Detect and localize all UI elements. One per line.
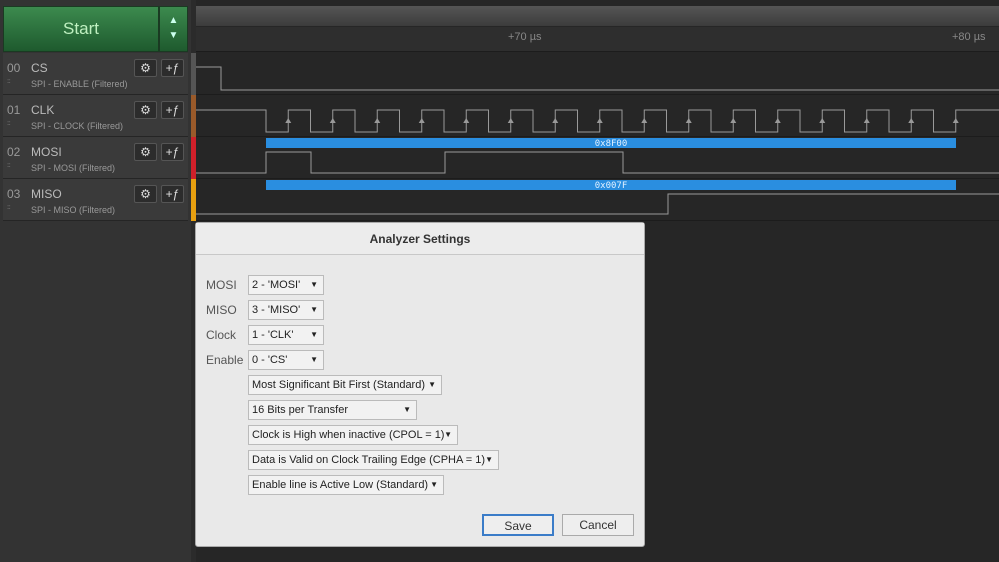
rising-edge-marker-icon — [908, 118, 915, 123]
rising-edge-marker-icon — [552, 118, 559, 123]
channel-number: 02 — [7, 145, 21, 159]
bits-per-transfer-select[interactable]: 16 Bits per Transfer ▼ — [248, 400, 417, 420]
dropdown-arrow-icon: ▼ — [428, 380, 436, 389]
select-value: 1 - 'CLK' — [252, 329, 294, 341]
trigger-edge-icon[interactable]: +ƒ — [161, 101, 184, 119]
enable-label: Enable — [206, 353, 244, 367]
mosi-select[interactable]: 2 - 'MOSI' ▼ — [248, 275, 324, 295]
rising-edge-marker-icon — [641, 118, 648, 123]
mosi-label: MOSI — [206, 278, 237, 292]
channel-analyzer: SPI - CLOCK (Filtered) — [31, 121, 124, 131]
trigger-edge-icon[interactable]: +ƒ — [161, 185, 184, 203]
enable-polarity-select[interactable]: Enable line is Active Low (Standard) ▼ — [248, 475, 444, 495]
rising-edge-marker-icon — [596, 118, 603, 123]
arrow-down-icon: ▼ — [168, 30, 179, 41]
miso-select[interactable]: 3 - 'MISO' ▼ — [248, 300, 324, 320]
mosi-decoded-value: 0x8F00 — [595, 139, 628, 149]
dropdown-arrow-icon: ▼ — [310, 330, 318, 339]
save-button[interactable]: Save — [482, 514, 554, 536]
channel-name[interactable]: MOSI — [31, 145, 62, 159]
bit-order-select[interactable]: Most Significant Bit First (Standard) ▼ — [248, 375, 442, 395]
channel-analyzer: SPI - MISO (Filtered) — [31, 205, 116, 215]
channel-analyzer: SPI - ENABLE (Filtered) — [31, 79, 128, 89]
dropdown-arrow-icon: ▼ — [403, 405, 411, 414]
channel-number: 01 — [7, 103, 21, 117]
channel-name[interactable]: MISO — [31, 187, 62, 201]
channel-row-cs[interactable]: 00:::: CSSPI - ENABLE (Filtered) ⚙ +ƒ — [3, 53, 188, 95]
dropdown-arrow-icon: ▼ — [310, 305, 318, 314]
gear-icon[interactable]: ⚙ — [134, 101, 157, 119]
cs-trace — [196, 66, 999, 91]
rising-edge-marker-icon — [285, 118, 292, 123]
gear-icon[interactable]: ⚙ — [134, 185, 157, 203]
dialog-title: Analyzer Settings — [196, 223, 644, 255]
select-value: 0 - 'CS' — [252, 354, 288, 366]
miso-label: MISO — [206, 303, 237, 317]
select-value: Data is Valid on Clock Trailing Edge (CP… — [252, 454, 486, 466]
dropdown-arrow-icon: ▼ — [310, 355, 318, 364]
drag-grip-icon[interactable]: :::: — [7, 121, 11, 127]
rising-edge-marker-icon — [685, 118, 692, 123]
channel-name[interactable]: CS — [31, 61, 48, 75]
enable-select[interactable]: 0 - 'CS' ▼ — [248, 350, 324, 370]
rising-edge-marker-icon — [952, 118, 959, 123]
rising-edge-marker-icon — [863, 118, 870, 123]
dropdown-arrow-icon: ▼ — [310, 280, 318, 289]
select-value: 2 - 'MOSI' — [252, 279, 301, 291]
gear-icon[interactable]: ⚙ — [134, 143, 157, 161]
channel-row-clk[interactable]: 01:::: CLKSPI - CLOCK (Filtered) ⚙ +ƒ — [3, 95, 188, 137]
rising-edge-marker-icon — [418, 118, 425, 123]
start-button[interactable]: Start — [3, 6, 159, 52]
select-value: Most Significant Bit First (Standard) — [252, 379, 426, 391]
rising-edge-marker-icon — [374, 118, 381, 123]
mosi-trace — [196, 151, 999, 174]
channel-row-mosi[interactable]: 02:::: MOSISPI - MOSI (Filtered) ⚙ +ƒ — [3, 137, 188, 179]
drag-grip-icon[interactable]: :::: — [7, 79, 11, 85]
drag-grip-icon[interactable]: :::: — [7, 205, 11, 211]
start-options-arrows[interactable]: ▲ ▼ — [159, 6, 188, 52]
trigger-edge-icon[interactable]: +ƒ — [161, 143, 184, 161]
dropdown-arrow-icon: ▼ — [430, 480, 438, 489]
clock-label: Clock — [206, 328, 237, 342]
rising-edge-marker-icon — [819, 118, 826, 123]
select-value: Enable line is Active Low (Standard) — [252, 479, 429, 491]
arrow-up-icon: ▲ — [168, 15, 179, 26]
rising-edge-marker-icon — [329, 118, 336, 123]
channel-number: 00 — [7, 61, 21, 75]
trigger-edge-icon[interactable]: +ƒ — [161, 59, 184, 77]
rising-edge-marker-icon — [774, 118, 781, 123]
channel-row-miso[interactable]: 03:::: MISOSPI - MISO (Filtered) ⚙ +ƒ — [3, 179, 188, 221]
miso-trace — [196, 193, 999, 215]
cpol-select[interactable]: Clock is High when inactive (CPOL = 1) ▼ — [248, 425, 458, 445]
cpha-select[interactable]: Data is Valid on Clock Trailing Edge (CP… — [248, 450, 499, 470]
channel-panel: Start ▲ ▼ 00:::: CS SPI - ENABLE (Filtered)… — [0, 0, 191, 562]
channel-analyzer: SPI - MOSI (Filtered) — [31, 163, 116, 173]
clock-select[interactable]: 1 - 'CLK' ▼ — [248, 325, 324, 345]
analyzer-settings-dialog: Analyzer Settings MOSI 2 - 'MOSI' ▼ MISO … — [195, 222, 645, 547]
rising-edge-marker-icon — [463, 118, 470, 123]
select-value: 3 - 'MISO' — [252, 304, 301, 316]
select-value: Clock is High when inactive (CPOL = 1) — [252, 429, 445, 441]
cancel-button[interactable]: Cancel — [562, 514, 634, 536]
dropdown-arrow-icon: ▼ — [444, 430, 452, 439]
drag-grip-icon[interactable]: :::: — [7, 163, 11, 169]
select-value: 16 Bits per Transfer — [252, 404, 348, 416]
dropdown-arrow-icon: ▼ — [485, 455, 493, 464]
rising-edge-marker-icon — [507, 118, 514, 123]
clk-trace — [196, 109, 999, 133]
rising-edge-marker-icon — [730, 118, 737, 123]
channel-name[interactable]: CLK — [31, 103, 54, 117]
miso-decoded-value: 0x007F — [595, 181, 628, 191]
gear-icon[interactable]: ⚙ — [134, 59, 157, 77]
channel-number: 03 — [7, 187, 21, 201]
